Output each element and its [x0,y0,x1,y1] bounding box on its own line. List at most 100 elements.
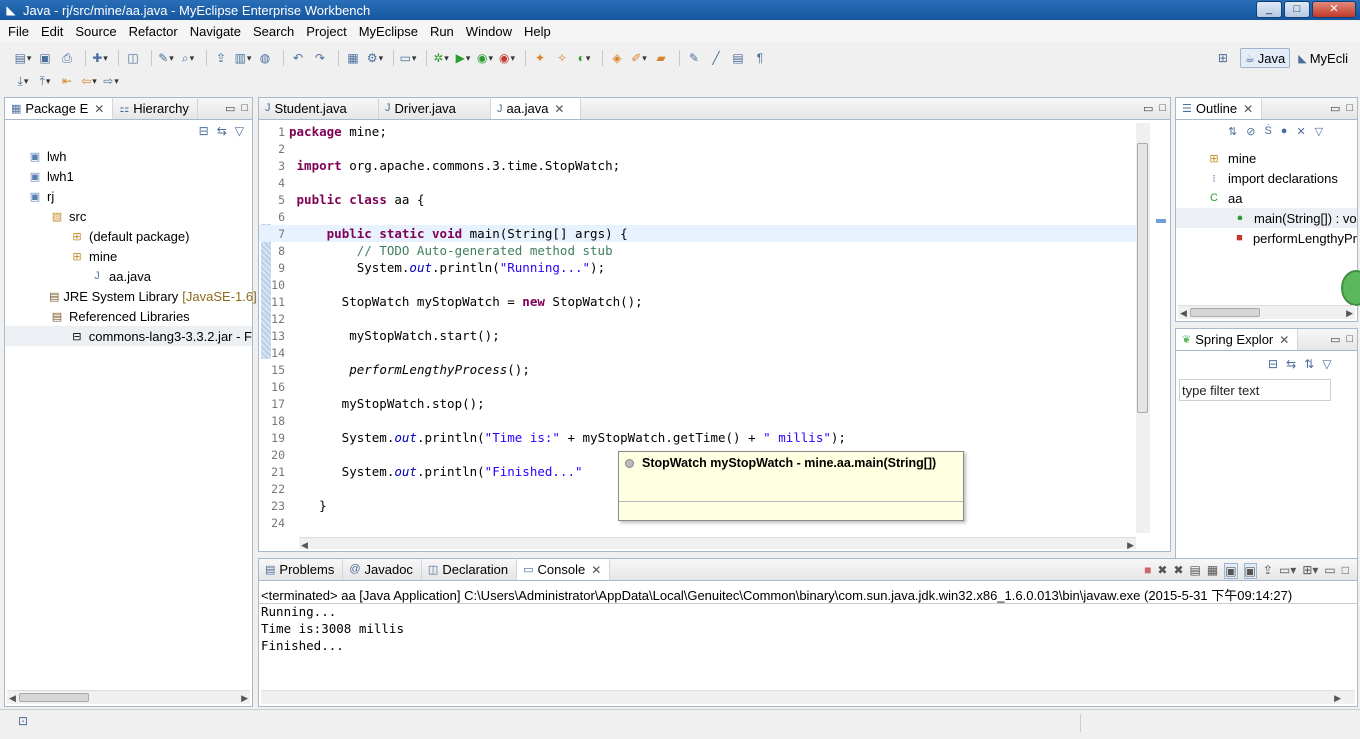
clear-console-icon[interactable]: ▤ [1190,563,1201,579]
minimize-view-icon[interactable]: ▭ [225,102,235,115]
tree-item-default-package[interactable]: ⊞ (default package) [5,226,252,246]
paragraph-icon[interactable]: ¶ [751,49,769,67]
open-task-icon[interactable]: ✐ [630,49,648,67]
tab-aa-java[interactable]: Jaa.java ✕ [491,97,581,119]
maximize-view-icon[interactable]: □ [1346,102,1353,115]
view-menu-icon[interactable]: ▽ [235,124,244,138]
outline-item-mine[interactable]: ⊞ mine [1176,148,1357,168]
coverage-icon[interactable]: ◉ [498,49,516,67]
deploy-icon[interactable]: ⇪ [212,49,230,67]
menu-navigate[interactable]: Navigate [186,24,249,39]
browser-icon[interactable]: ◍ [256,49,274,67]
minimize-view-icon[interactable]: ▭ [1143,102,1153,115]
close-tab-icon[interactable]: ✕ [591,563,601,577]
code-line[interactable]: 8 // TODO Auto-generated method stub [259,242,1138,259]
terminal-icon[interactable]: ▭ [399,49,417,67]
minimize-view-icon[interactable]: ▭ [1324,563,1335,579]
sort-icon[interactable]: ⇅ [1228,125,1237,138]
console-horizontal-scrollbar[interactable]: ▶ [261,690,1355,704]
collapse-all-icon[interactable]: ⊟ [1268,357,1278,371]
tab-spring-explorer[interactable]: ❦ Spring Explor ✕ [1176,328,1299,350]
terminate-icon[interactable]: ■ [1144,563,1151,579]
back-icon[interactable]: ⇦ [80,72,98,90]
tree-item-rj[interactable]: ▣ rj [5,186,252,206]
back-nav-icon[interactable]: ↶ [289,49,307,67]
open-console-icon[interactable]: ⊞▾ [1302,563,1318,579]
tree-item-mine[interactable]: ⊞ mine [5,246,252,266]
code-line[interactable]: 10 [259,276,1138,293]
print-icon[interactable]: ⎙ [58,49,76,67]
hide-fields-icon[interactable]: ⊘ [1246,125,1255,138]
scrollbar-thumb[interactable] [19,693,89,702]
outline-item-imports[interactable]: ⁝ import declarations [1176,168,1357,188]
code-line[interactable]: 17 myStopWatch.stop(); [259,395,1138,412]
menu-myeclipse[interactable]: MyEclipse [355,24,426,39]
settings-icon[interactable]: ⚙ [366,49,384,67]
maximize-view-icon[interactable]: □ [241,102,248,115]
new-class-icon[interactable]: ◐ [575,49,593,67]
maximize-button[interactable]: □ [1284,1,1310,18]
code-line[interactable]: 7 public static void main(String[] args)… [259,225,1138,242]
tab-student-java[interactable]: J Student.java [259,97,379,119]
minimize-view-icon[interactable]: ▭ [1330,333,1340,346]
tab-console[interactable]: ▭ Console ✕ [517,558,611,580]
menu-run[interactable]: Run [426,24,462,39]
last-edit-icon[interactable]: ⇤ [58,72,76,90]
open-type-icon[interactable]: ◫ [124,49,142,67]
close-tab-icon[interactable]: ✕ [94,102,104,116]
new-java-project-icon[interactable]: ✦ [531,49,549,67]
server-icon[interactable]: ▥ [234,49,252,67]
occurrence-marker[interactable] [1156,219,1166,223]
open-perspective-icon[interactable]: ◈ [608,49,626,67]
close-window-button[interactable]: ✕ [1312,1,1356,18]
scroll-right-icon[interactable]: ▶ [1334,691,1341,705]
code-line[interactable]: 3 import org.apache.commons.3.time.StopW… [259,157,1138,174]
close-tab-icon[interactable]: ✕ [1243,102,1253,116]
next-annotation-icon[interactable]: ⤓ [14,72,32,90]
link-with-editor-icon[interactable]: ⇆ [1286,357,1296,371]
remove-launch-icon[interactable]: ✖ [1157,563,1167,579]
code-line[interactable]: 13 myStopWatch.start(); [259,327,1138,344]
code-line[interactable]: 12 [259,310,1138,327]
spring-badge-icon[interactable] [1341,270,1360,306]
code-line[interactable]: 9 System.out.println("Running..."); [259,259,1138,276]
new-web-project-icon[interactable]: ✚ [91,49,109,67]
tree-item-src[interactable]: ▨ src [5,206,252,226]
package-icon[interactable]: ▦ [344,49,362,67]
forward-icon[interactable]: ⇨ [102,72,120,90]
filter-input[interactable] [1179,379,1331,401]
pin-console-icon[interactable]: ⇪ [1263,563,1273,579]
code-line[interactable]: 15 performLengthyProcess(); [259,361,1138,378]
maximize-view-icon[interactable]: □ [1159,102,1166,115]
code-line[interactable]: 1 package mine; [259,123,1138,140]
close-tab-icon[interactable]: ✕ [1279,333,1289,347]
scroll-right-icon[interactable]: ▶ [241,691,248,705]
code-line[interactable]: 11 StopWatch myStopWatch = new StopWatch… [259,293,1138,310]
scroll-right-icon[interactable]: ▶ [1346,306,1353,320]
tab-package-explorer[interactable]: ▦ Package E ✕ [5,97,114,119]
block-icon[interactable]: ▤ [729,49,747,67]
scroll-left-icon[interactable]: ◀ [9,691,16,705]
view-menu-icon[interactable]: ▽ [1322,357,1331,371]
run-icon[interactable]: ▶ [454,49,472,67]
code-line[interactable]: 4 [259,174,1138,191]
editor-horizontal-scrollbar[interactable]: ◀ ▶ [299,537,1136,550]
tree-item-lwh1[interactable]: ▣ lwh1 [5,166,252,186]
menu-project[interactable]: Project [302,24,354,39]
code-line[interactable]: 19 System.out.println("Time is:" + mySto… [259,429,1138,446]
tree-item-lwh[interactable]: ▣ lwh [5,146,252,166]
hide-local-types-icon[interactable]: ✕ [1296,125,1305,138]
outline-item-performlengthy[interactable]: ■ performLengthyPr [1176,228,1357,248]
pin-icon[interactable]: ✎ [685,49,703,67]
show-stderr-icon[interactable]: ▣ [1243,563,1257,579]
code-line[interactable]: 14 [259,344,1138,361]
code-line[interactable]: 18 [259,412,1138,429]
view-menu-icon[interactable]: ▽ [1315,125,1323,138]
tree-item-referenced-libraries[interactable]: ▤ Referenced Libraries [5,306,252,326]
highlight-icon[interactable]: ╱ [707,49,725,67]
tab-problems[interactable]: ▤ Problems [259,558,344,580]
menu-refactor[interactable]: Refactor [125,24,186,39]
open-perspective-icon[interactable]: ⊞ [1214,49,1232,67]
console-output[interactable]: Running... Time is:3008 millis Finished.… [261,604,404,655]
tab-declaration[interactable]: ◫ Declaration [422,558,518,580]
